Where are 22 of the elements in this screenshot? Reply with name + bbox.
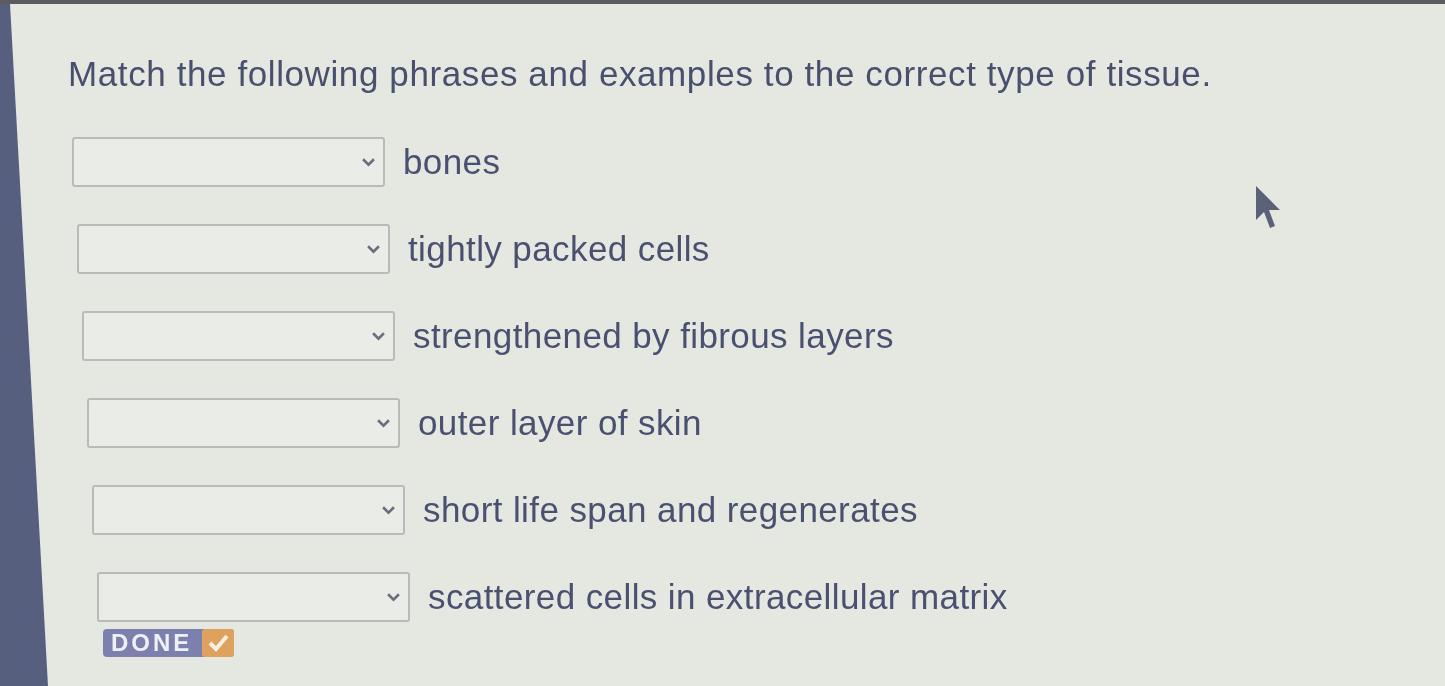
match-phrase: short life span and regenerates: [423, 490, 918, 530]
match-phrase: strengthened by fibrous layers: [413, 316, 894, 356]
question-prompt: Match the following phrases and examples to the correct type of tissue.: [68, 53, 1212, 95]
match-phrase: tightly packed cells: [408, 229, 710, 269]
answer-dropdown[interactable]: [77, 224, 390, 274]
done-button[interactable]: DONE: [103, 629, 235, 657]
chevron-down-icon: [387, 592, 400, 602]
mouse-cursor-icon: [1254, 184, 1282, 230]
answer-dropdown[interactable]: [72, 137, 385, 187]
chevron-down-icon: [377, 418, 390, 428]
chevron-down-icon: [362, 157, 375, 167]
answer-dropdown[interactable]: [82, 311, 395, 361]
answer-dropdown[interactable]: [97, 572, 410, 622]
chevron-down-icon: [367, 244, 380, 254]
match-phrase: scattered cells in extracellular matrix: [428, 577, 1008, 617]
match-phrase: bones: [403, 142, 501, 182]
checkmark-icon: [202, 629, 235, 657]
chevron-down-icon: [372, 331, 385, 341]
answer-dropdown[interactable]: [87, 398, 400, 448]
chevron-down-icon: [382, 505, 395, 515]
answer-dropdown[interactable]: [92, 485, 405, 535]
match-phrase: outer layer of skin: [418, 403, 702, 443]
